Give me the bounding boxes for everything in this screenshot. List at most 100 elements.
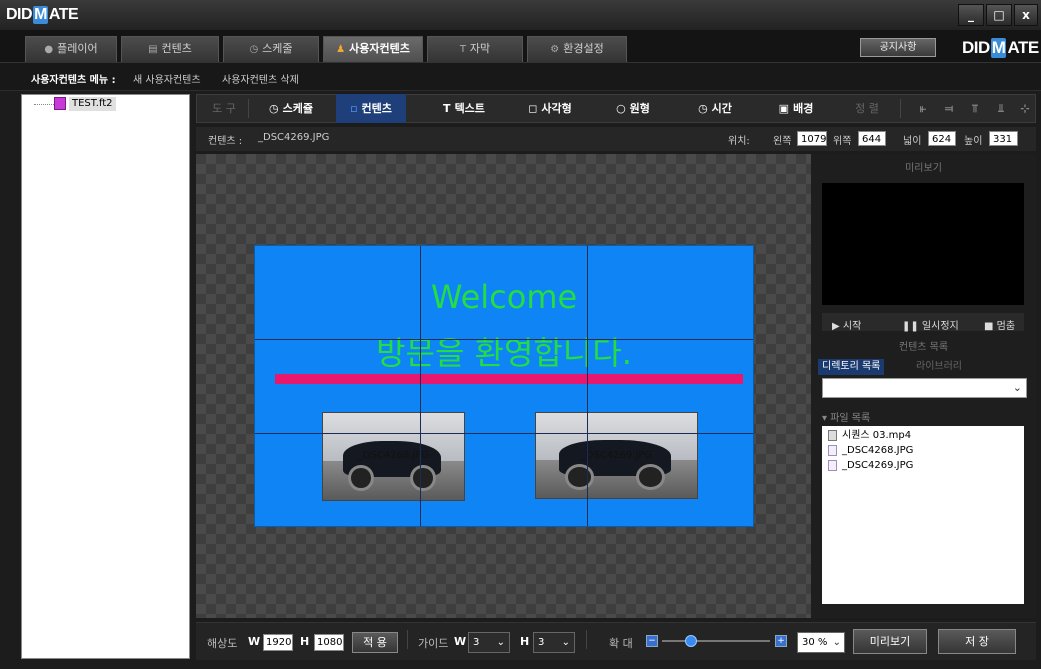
width-label: 넓이: [903, 136, 922, 147]
left-input[interactable]: 1079: [797, 131, 827, 146]
tab-player[interactable]: ● 플레이어: [25, 36, 117, 62]
play-button[interactable]: ▶ 시작: [832, 317, 861, 332]
brand-logo: DID M ATE: [962, 38, 1039, 58]
photo-dsc4268[interactable]: _DSC4268.JPG: [322, 412, 465, 501]
save-button[interactable]: 저 장: [938, 629, 1016, 654]
chevron-down-icon: ⌄: [496, 637, 505, 648]
resolution-height-input[interactable]: 1080: [314, 634, 344, 651]
tab-user-contents[interactable]: ♟ 사용자컨텐츠: [323, 36, 423, 62]
file-list: 시퀀스 03.mp4 _DSC4268.JPG _DSC4269.JPG: [822, 426, 1024, 604]
resolution-width-input[interactable]: 1920: [263, 634, 293, 651]
zoom-out-button[interactable]: −: [646, 635, 658, 647]
file-icon: [54, 97, 66, 110]
guide-line: [255, 339, 753, 340]
square-icon: ◻: [528, 102, 538, 115]
clock-icon: ◷: [269, 102, 279, 115]
pink-rectangle[interactable]: [275, 374, 743, 384]
schedule-tool-button[interactable]: ◷ 스케쥴: [256, 94, 326, 123]
text-icon: T: [459, 44, 466, 55]
toolbar-separator: [900, 99, 901, 118]
preview-title: 미리보기: [905, 163, 942, 174]
directory-select[interactable]: ⌄: [822, 378, 1027, 398]
guide-h-select[interactable]: 3 ⌄: [533, 632, 575, 653]
content-filename: _DSC4269.JPG: [258, 132, 330, 143]
tab-contents[interactable]: ▤ 컨텐츠: [121, 36, 219, 62]
image-file-icon: [828, 459, 837, 471]
chevron-down-icon: ⌄: [561, 637, 570, 648]
zoom-slider-thumb[interactable]: [684, 635, 697, 647]
align-center-icon[interactable]: ⊹: [1016, 94, 1034, 123]
zoom-select[interactable]: 30 % ⌄: [797, 632, 845, 653]
title-bar: [0, 0, 1041, 30]
welcome-text[interactable]: Welcome: [255, 278, 753, 316]
clock-icon: ◷: [249, 44, 259, 55]
zoom-in-button[interactable]: +: [775, 635, 787, 647]
guide-h-label: H: [520, 635, 530, 648]
settings-icon: ⚙: [550, 44, 560, 55]
zoom-slider-track[interactable]: [662, 640, 770, 642]
preview-screen: [822, 183, 1024, 305]
text-icon: T: [443, 102, 451, 115]
minimize-button[interactable]: _: [958, 4, 984, 26]
align-bottom-icon[interactable]: ⫫: [990, 94, 1012, 123]
toolbar-separator: [248, 99, 249, 118]
list-item[interactable]: 시퀀스 03.mp4: [828, 429, 911, 443]
circle-icon: ○: [616, 102, 626, 115]
slide-stage[interactable]: Welcome 방문을 환영합니다. _DSC4268.JPG _DSC4269…: [254, 245, 754, 527]
align-right-icon[interactable]: ⫤: [938, 94, 960, 123]
close-button[interactable]: x: [1014, 4, 1038, 26]
pause-button[interactable]: ❚❚ 일시정지: [902, 317, 959, 332]
library-tab[interactable]: 라이브러리: [912, 359, 966, 375]
new-user-contents-link[interactable]: 새 사용자컨텐츠: [133, 71, 201, 86]
text-tool-button[interactable]: T 텍스트: [426, 94, 502, 123]
preview-button[interactable]: 미리보기: [853, 629, 927, 654]
tree-item[interactable]: TEST.ft2: [69, 97, 116, 111]
play-icon: ●: [44, 44, 54, 55]
resolution-h-label: H: [300, 635, 310, 648]
tree-connector: [34, 104, 54, 105]
korean-welcome-text[interactable]: 방문을 환영합니다.: [255, 328, 753, 374]
contents-icon: ▤: [148, 44, 158, 55]
background-tool-button[interactable]: ▣ 배경: [760, 94, 832, 123]
contents-tree-panel: TEST.ft2: [21, 94, 190, 659]
photo-caption: _DSC4268.JPG: [357, 450, 430, 462]
resolution-label: 해상도: [207, 637, 238, 650]
circle-tool-button[interactable]: ○ 원형: [596, 94, 670, 123]
width-input[interactable]: 624: [928, 131, 956, 146]
clock-icon: ◷: [698, 102, 708, 115]
guide-w-select[interactable]: 3 ⌄: [468, 632, 510, 653]
submenu-title: 사용자컨텐츠 메뉴 :: [31, 75, 116, 86]
rectangle-tool-button[interactable]: ◻ 사각형: [512, 94, 588, 123]
height-input[interactable]: 331: [989, 131, 1018, 146]
directory-tab[interactable]: 디렉토리 목록: [818, 359, 885, 375]
resolution-w-label: W: [248, 635, 261, 648]
tool-label: 도 구: [212, 102, 236, 115]
bottom-separator: [586, 630, 587, 649]
contents-icon: ▫: [350, 102, 358, 115]
align-top-icon[interactable]: ⫪: [964, 94, 986, 123]
tab-subtitle[interactable]: T 자막: [427, 36, 523, 62]
video-file-icon: [828, 429, 837, 441]
photo-dsc4269[interactable]: _DSC4269.JPG: [535, 412, 698, 499]
list-item[interactable]: _DSC4268.JPG: [828, 444, 913, 458]
maximize-button[interactable]: □: [986, 4, 1012, 26]
stop-button[interactable]: ■ 멈춤: [984, 317, 1015, 332]
notice-button[interactable]: 공지사항: [860, 38, 936, 57]
apply-button[interactable]: 적 용: [352, 632, 398, 653]
tab-settings[interactable]: ⚙ 환경설정: [527, 36, 627, 62]
chevron-down-icon: ⌄: [832, 637, 841, 648]
height-label: 높이: [964, 136, 983, 147]
guide-line: [420, 246, 421, 526]
tab-schedule[interactable]: ◷ 스케줄: [223, 36, 319, 62]
delete-user-contents-link[interactable]: 사용자컨텐츠 삭제: [222, 71, 299, 86]
time-tool-button[interactable]: ◷ 시간: [680, 94, 750, 123]
guide-line: [587, 246, 588, 526]
list-item[interactable]: _DSC4269.JPG: [828, 459, 913, 473]
file-list-header: ▾ 파일 목록: [822, 413, 871, 424]
align-left-icon[interactable]: ⫦: [912, 94, 934, 123]
image-file-icon: [828, 444, 837, 456]
zoom-label: 확 대: [609, 637, 633, 650]
top-input[interactable]: 644: [858, 131, 886, 146]
content-label: 컨텐츠 :: [208, 136, 243, 147]
contents-tool-button[interactable]: ▫ 컨텐츠: [336, 94, 406, 123]
